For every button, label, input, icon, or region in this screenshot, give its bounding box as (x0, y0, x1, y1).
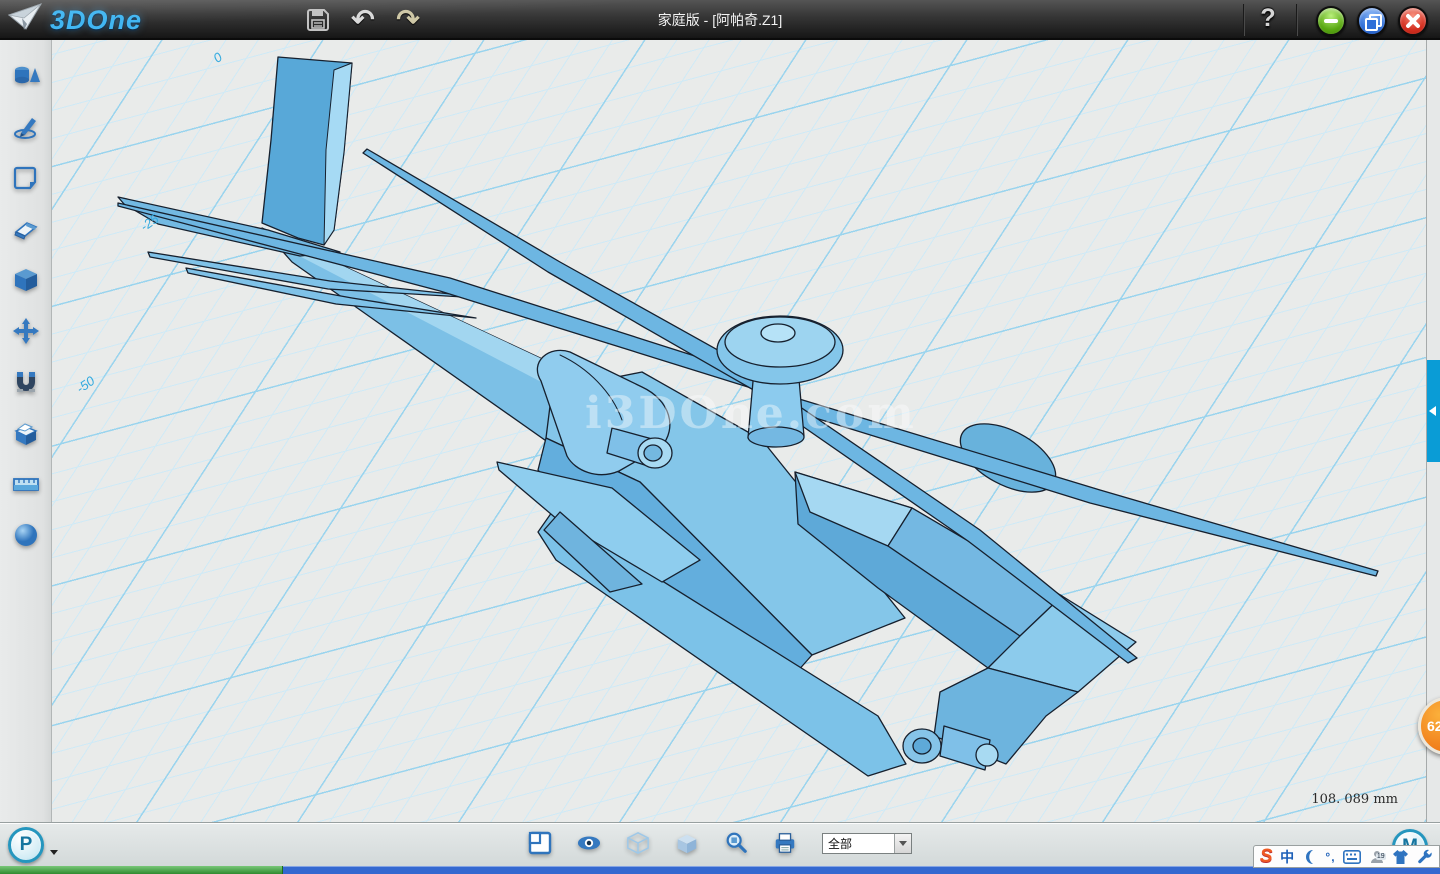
window-title: 家庭版 - [阿帕奇.Z1] (658, 0, 782, 40)
visibility-eye-button[interactable] (577, 831, 601, 855)
wireframe-cube-button[interactable] (626, 831, 650, 855)
panel-expand-tab[interactable] (1427, 360, 1440, 462)
p-dropdown-caret[interactable] (50, 850, 58, 855)
undo-button[interactable]: ↶ (349, 6, 377, 34)
skin-tshirt-icon[interactable] (1392, 846, 1409, 867)
pattern-p-button[interactable]: P (8, 827, 44, 863)
sidebar-item-material[interactable] (11, 520, 41, 550)
help-button[interactable]: ? (1254, 4, 1282, 36)
close-button[interactable] (1398, 6, 1428, 36)
promo-badge-text: 62 (1427, 718, 1440, 734)
paper-plane-icon (8, 3, 44, 38)
chevron-left-icon (1429, 406, 1436, 416)
profile-badge: 19 (1376, 853, 1386, 860)
punctuation-icon[interactable]: °, (1325, 846, 1335, 867)
brand-name: 3DOne (50, 5, 142, 36)
print-button[interactable] (773, 831, 797, 855)
restore-button[interactable] (1357, 6, 1387, 36)
sketch-pen-icon (12, 113, 40, 141)
tool-sidebar (0, 40, 52, 822)
dropdown-arrow-button[interactable] (894, 834, 911, 853)
watermark: i3DOne.com (585, 388, 917, 439)
3d-viewport[interactable]: 0 -25 -50 i3DOne.com 108. 089 mm (0, 40, 1440, 822)
measure-ruler-icon (12, 470, 40, 498)
shaded-cube-button[interactable] (675, 831, 699, 855)
save-button[interactable] (304, 6, 332, 34)
sidebar-item-magnet[interactable] (11, 367, 41, 397)
titlebar-divider (1243, 4, 1244, 36)
start-button-segment[interactable] (0, 866, 283, 874)
magnet-assembly-icon (12, 368, 40, 396)
sidebar-item-sketch-plane[interactable] (11, 163, 41, 193)
settings-wrench-icon[interactable] (1417, 846, 1433, 867)
move-transform-icon (12, 317, 40, 345)
minimize-button[interactable] (1316, 6, 1346, 36)
eraser-edit-icon (12, 215, 40, 243)
app-logo: 3DOne (8, 3, 142, 38)
os-taskbar (0, 866, 1440, 874)
primitives-solid-icon (12, 62, 40, 90)
titlebar-divider (1296, 4, 1297, 36)
redo-button[interactable]: ↷ (394, 6, 422, 34)
bottom-toolbar: P (0, 822, 1440, 866)
chinese-mode-icon[interactable]: 中 (1280, 846, 1294, 867)
chevron-down-icon (899, 841, 907, 846)
zoom-search-button[interactable] (724, 831, 748, 855)
display-filter-dropdown[interactable]: 全部 (822, 833, 912, 854)
material-sphere-icon (12, 521, 40, 549)
ime-toolbar: S 中 °, 19 (1253, 845, 1440, 868)
moon-mode-icon[interactable] (1302, 846, 1318, 867)
dimension-readout: 108. 089 mm (1311, 792, 1398, 807)
sketch-plane-icon (12, 164, 40, 192)
profile-icon[interactable]: 19 (1369, 846, 1385, 867)
sidebar-item-combine[interactable] (11, 418, 41, 448)
sidebar-item-feature-cube[interactable] (11, 265, 41, 295)
sidebar-item-primitives[interactable] (11, 61, 41, 91)
sidebar-item-eraser-edit[interactable] (11, 214, 41, 244)
combine-box-icon (12, 419, 40, 447)
soft-keyboard-icon[interactable] (1343, 846, 1361, 867)
titlebar: 3DOne ↶ ↷ 家庭版 - [阿帕奇.Z1] ? (0, 0, 1440, 40)
sidebar-item-measure[interactable] (11, 469, 41, 499)
view-layout-button[interactable] (528, 831, 552, 855)
filter-value: 全部 (823, 835, 894, 852)
sidebar-item-sketch[interactable] (11, 112, 41, 142)
sogou-logo-icon[interactable]: S (1260, 846, 1273, 867)
feature-cube-icon (12, 266, 40, 294)
sidebar-item-move[interactable] (11, 316, 41, 346)
